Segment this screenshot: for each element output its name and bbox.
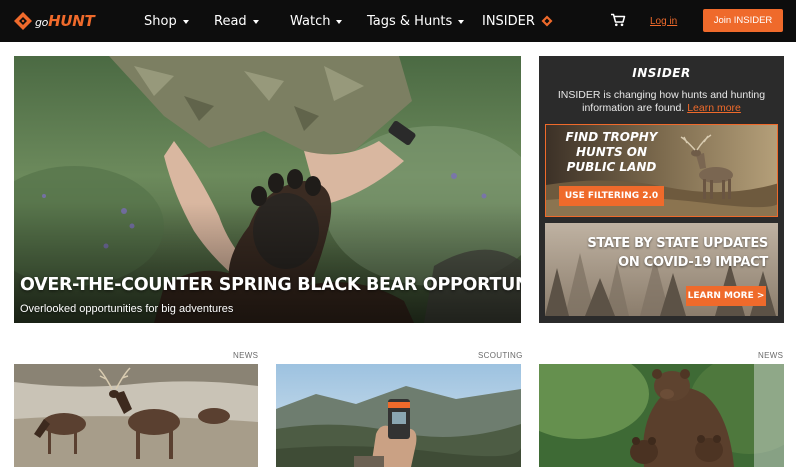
insider-sidebar-panel: INSIDER INSIDER is changing how hunts an…: [539, 56, 784, 323]
nav-item-label: Tags & Hunts: [367, 13, 453, 29]
hero-feature-article[interactable]: OVER-THE-COUNTER SPRING BLACK BEAR OPPOR…: [14, 56, 521, 323]
nav-item-label: INSIDER: [482, 13, 535, 29]
chevron-down-icon: [336, 19, 343, 24]
card3-tag[interactable]: NEWS: [758, 351, 783, 360]
nav-item-insider[interactable]: INSIDER: [482, 0, 553, 42]
hero-title[interactable]: OVER-THE-COUNTER SPRING BLACK BEAR OPPOR…: [20, 275, 521, 295]
card-image-elk-herd: [14, 364, 258, 467]
chevron-down-icon: [182, 19, 189, 24]
card1-tag[interactable]: NEWS: [233, 351, 258, 360]
hero-subtitle: Overlooked opportunities for big adventu…: [20, 303, 234, 315]
login-link[interactable]: Log in: [650, 0, 677, 42]
article-card-elk[interactable]: [14, 364, 258, 467]
cart-icon[interactable]: [610, 13, 626, 27]
nav-item-tags-hunts[interactable]: Tags & Hunts: [367, 0, 465, 42]
logo-hunt-text: HUNT: [48, 12, 95, 30]
nav-item-label: Shop: [144, 13, 177, 29]
gohunt-logo-icon: [14, 12, 32, 30]
promo-find-trophy-hunts[interactable]: FIND TROPHY HUNTS ON PUBLIC LAND USE FIL…: [545, 124, 778, 217]
article-card-gps-scouting[interactable]: [276, 364, 521, 467]
nav-item-shop[interactable]: Shop: [144, 0, 189, 42]
nav-item-watch[interactable]: Watch: [290, 0, 343, 42]
insider-logo-icon: [541, 15, 553, 27]
gohunt-logo[interactable]: goHUNT: [13, 9, 95, 33]
promo1-headline: FIND TROPHY HUNTS ON PUBLIC LAND: [565, 130, 658, 174]
card2-tag[interactable]: SCOUTING: [478, 351, 523, 360]
learn-more-button[interactable]: LEARN MORE >: [686, 286, 766, 306]
nav-item-label: Watch: [290, 13, 331, 29]
learn-more-link[interactable]: Learn more: [687, 102, 741, 114]
nav-item-read[interactable]: Read: [214, 0, 259, 42]
use-filtering-button[interactable]: USE FILTERING 2.0: [559, 186, 664, 206]
card-image-grizzly-cubs: [539, 364, 784, 467]
join-insider-button[interactable]: Join INSIDER: [703, 9, 783, 32]
logo-go-text: go: [35, 16, 49, 29]
card-image-gps-mountains: [276, 364, 521, 467]
insider-logo-text: INSIDER: [632, 66, 691, 80]
nav-item-label: Read: [214, 13, 247, 29]
top-navigation-bar: goHUNT Shop Read Watch Tags & Hunts INSI…: [0, 0, 796, 42]
chevron-down-icon: [252, 19, 259, 24]
promo2-headline: STATE BY STATE UPDATES ON COVID-19 IMPAC…: [587, 236, 768, 270]
article-card-grizzly[interactable]: [539, 364, 784, 467]
promo-covid-updates[interactable]: STATE BY STATE UPDATES ON COVID-19 IMPAC…: [545, 223, 778, 316]
insider-description: INSIDER is changing how hunts and huntin…: [549, 89, 774, 115]
chevron-down-icon: [458, 19, 465, 24]
